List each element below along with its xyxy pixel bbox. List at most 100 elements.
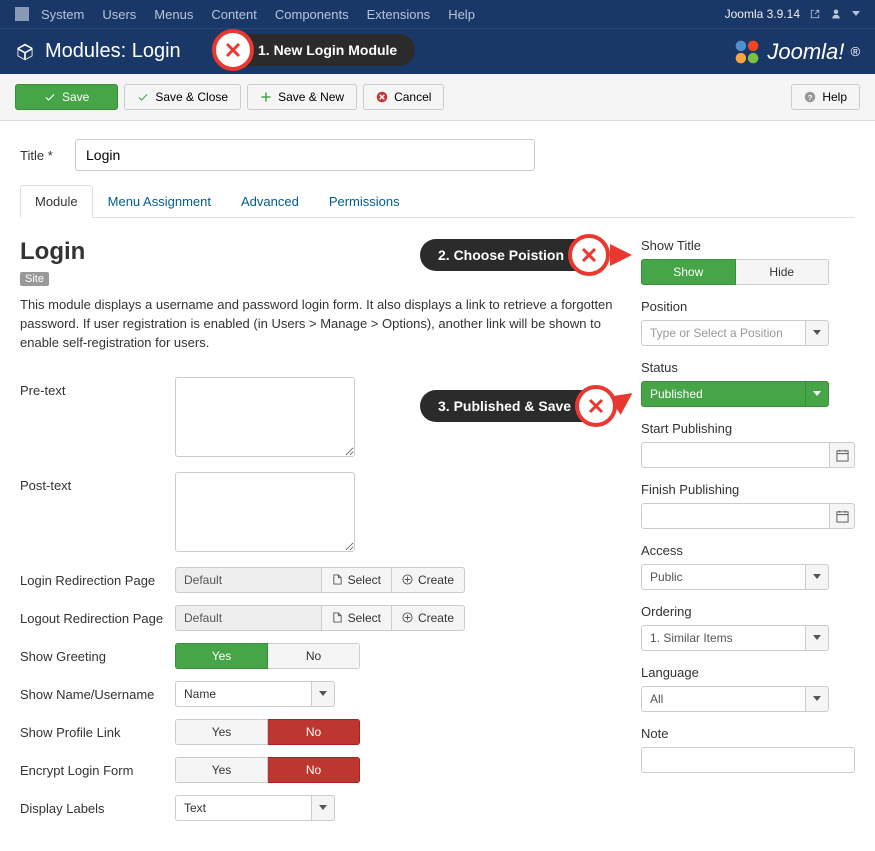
- help-button[interactable]: ? Help: [791, 84, 860, 110]
- login-redirect-picker: Default Select Create: [175, 567, 465, 593]
- login-redirect-value: Default: [175, 567, 321, 593]
- admin-topnav: System Users Menus Content Components Ex…: [0, 0, 875, 28]
- show-title-show[interactable]: Show: [641, 259, 736, 285]
- chevron-down-icon[interactable]: [805, 625, 829, 651]
- toolbar: Save Save & Close Save & New Cancel ? He…: [0, 74, 875, 121]
- calendar-icon[interactable]: [829, 442, 855, 468]
- show-greeting-yes[interactable]: Yes: [175, 643, 268, 669]
- tabs: Module Menu Assignment Advanced Permissi…: [20, 185, 855, 218]
- chevron-down-icon[interactable]: [805, 381, 829, 407]
- show-profile-toggle[interactable]: Yes No: [175, 719, 360, 745]
- logout-redirect-picker: Default Select Create: [175, 605, 465, 631]
- note-input[interactable]: [641, 747, 855, 773]
- finish-publishing-field[interactable]: [641, 503, 829, 529]
- tab-permissions[interactable]: Permissions: [314, 185, 415, 218]
- user-icon[interactable]: [830, 8, 842, 20]
- status-select[interactable]: Published: [641, 381, 829, 407]
- menu-content[interactable]: Content: [211, 7, 257, 22]
- logout-redirect-value: Default: [175, 605, 321, 631]
- position-select[interactable]: Type or Select a Position: [641, 320, 829, 346]
- logout-redirect-select-button[interactable]: Select: [321, 605, 392, 631]
- help-icon: ?: [804, 91, 816, 103]
- module-icon: [15, 42, 35, 62]
- chevron-down-icon[interactable]: [805, 564, 829, 590]
- plus-icon: [260, 91, 272, 103]
- login-redirect-label: Login Redirection Page: [20, 567, 175, 588]
- display-labels-select[interactable]: Text: [175, 795, 335, 821]
- language-label: Language: [641, 665, 855, 680]
- check-icon: [137, 91, 149, 103]
- menu-components[interactable]: Components: [275, 7, 349, 22]
- menu-system[interactable]: System: [41, 7, 84, 22]
- plus-circle-icon: [402, 612, 413, 623]
- encrypt-no[interactable]: No: [268, 757, 360, 783]
- sidebar-options: Show Title Show Hide Position Type or Se…: [641, 238, 855, 833]
- show-profile-no[interactable]: No: [268, 719, 360, 745]
- show-greeting-toggle[interactable]: Yes No: [175, 643, 360, 669]
- cancel-icon: [376, 91, 388, 103]
- access-label: Access: [641, 543, 855, 558]
- menu-extensions[interactable]: Extensions: [367, 7, 431, 22]
- menu-menus[interactable]: Menus: [154, 7, 193, 22]
- plus-circle-icon: [402, 574, 413, 585]
- title-label: Title *: [20, 148, 75, 163]
- login-redirect-select-button[interactable]: Select: [321, 567, 392, 593]
- check-icon: [44, 91, 56, 103]
- file-icon: [332, 574, 343, 585]
- menu-help[interactable]: Help: [448, 7, 475, 22]
- show-greeting-label: Show Greeting: [20, 643, 175, 664]
- show-profile-yes[interactable]: Yes: [175, 719, 268, 745]
- tab-menu-assignment[interactable]: Menu Assignment: [93, 185, 226, 218]
- tab-module[interactable]: Module: [20, 185, 93, 218]
- svg-text:?: ?: [808, 93, 813, 102]
- ordering-select[interactable]: 1. Similar Items: [641, 625, 829, 651]
- calendar-icon[interactable]: [829, 503, 855, 529]
- start-publishing-label: Start Publishing: [641, 421, 855, 436]
- joomla-icon: [15, 7, 29, 21]
- logout-redirect-create-button[interactable]: Create: [392, 605, 465, 631]
- encrypt-yes[interactable]: Yes: [175, 757, 268, 783]
- pre-text-label: Pre-text: [20, 377, 175, 398]
- post-text-input[interactable]: [175, 472, 355, 552]
- save-close-button[interactable]: Save & Close: [124, 84, 241, 110]
- show-name-select[interactable]: Name: [175, 681, 335, 707]
- status-label: Status: [641, 360, 855, 375]
- start-publishing-field[interactable]: [641, 442, 829, 468]
- title-input[interactable]: [75, 139, 535, 171]
- file-icon: [332, 612, 343, 623]
- chevron-down-icon[interactable]: [805, 686, 829, 712]
- encrypt-toggle[interactable]: Yes No: [175, 757, 360, 783]
- page-title: Modules: Login: [45, 40, 181, 63]
- language-select[interactable]: All: [641, 686, 829, 712]
- position-label: Position: [641, 299, 855, 314]
- chevron-down-icon[interactable]: [311, 795, 335, 821]
- show-title-hide[interactable]: Hide: [736, 259, 830, 285]
- joomla-version[interactable]: Joomla 3.9.14: [725, 7, 800, 21]
- access-select[interactable]: Public: [641, 564, 829, 590]
- menu-users[interactable]: Users: [102, 7, 136, 22]
- chevron-down-icon[interactable]: [852, 11, 860, 17]
- chevron-down-icon[interactable]: [805, 320, 829, 346]
- save-button[interactable]: Save: [15, 84, 118, 110]
- cancel-button[interactable]: Cancel: [363, 84, 444, 110]
- post-text-label: Post-text: [20, 472, 175, 493]
- module-description: This module displays a username and pass…: [20, 296, 613, 353]
- pre-text-input[interactable]: [175, 377, 355, 457]
- show-title-toggle[interactable]: Show Hide: [641, 259, 829, 285]
- note-label: Note: [641, 726, 855, 741]
- show-profile-label: Show Profile Link: [20, 719, 175, 740]
- title-row: Title *: [20, 139, 855, 171]
- show-name-label: Show Name/Username: [20, 681, 175, 702]
- chevron-down-icon[interactable]: [311, 681, 335, 707]
- joomla-logo: Joomla!®: [733, 38, 860, 66]
- login-redirect-create-button[interactable]: Create: [392, 567, 465, 593]
- save-new-button[interactable]: Save & New: [247, 84, 357, 110]
- show-greeting-no[interactable]: No: [268, 643, 360, 669]
- topnav-menu: System Users Menus Content Components Ex…: [41, 7, 475, 22]
- tab-advanced[interactable]: Advanced: [226, 185, 314, 218]
- external-link-icon: [810, 9, 820, 19]
- page-header: Modules: Login Joomla!®: [0, 28, 875, 74]
- display-labels-label: Display Labels: [20, 795, 175, 816]
- finish-publishing-label: Finish Publishing: [641, 482, 855, 497]
- start-publishing-input: [641, 442, 855, 468]
